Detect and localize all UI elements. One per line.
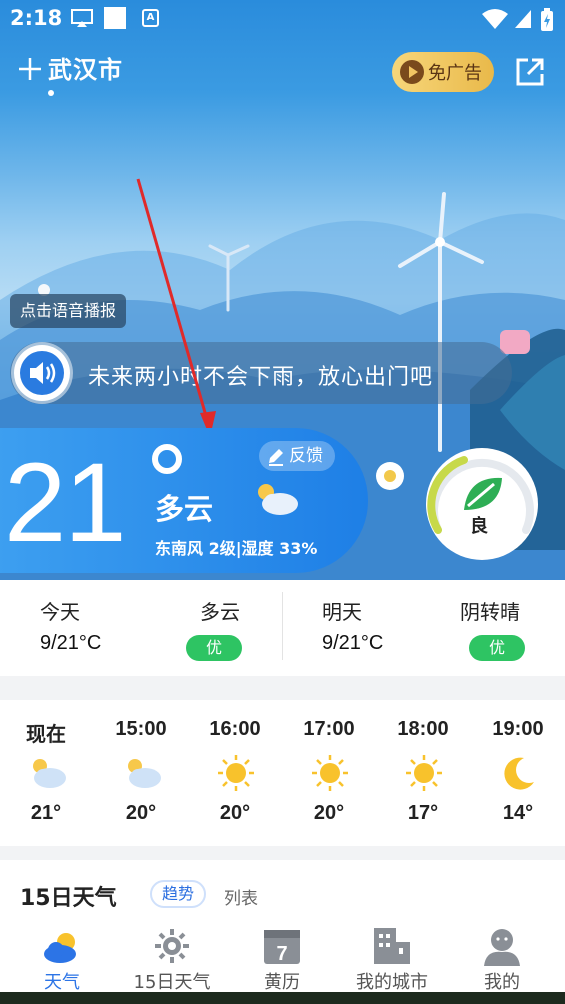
degree-symbol-icon [152,444,182,474]
feedback-label: 反馈 [289,446,323,466]
hour-item[interactable]: 17:00 20° [289,700,369,846]
tomorrow-condition: 阴转晴 [460,600,520,624]
add-city-icon[interactable] [18,52,42,82]
voice-broadcast-tip[interactable]: 点击语音播报 [10,294,127,328]
forecast-15-title: 15日天气 [20,886,117,911]
sun-icon [218,755,254,791]
air-quality-gauge[interactable] [424,446,540,562]
ad-free-button[interactable]: 免广告 [392,52,494,92]
pencil-icon [269,449,283,466]
battery-charging-icon [541,8,553,31]
today-temp: 9/21°C [40,632,102,654]
today-condition: 多云 [200,600,240,624]
hour-time: 16:00 [209,718,261,740]
nav-weather-label: 天气 [44,972,80,993]
calendar-day-number: 7 [276,943,287,965]
wifi-icon [482,9,508,29]
hour-temp: 20° [219,802,251,824]
hour-time: 18:00 [397,718,449,740]
weather-app: 2:18 A 武汉市 免广告 点击语音播报 未来两小时不会下雨，放心出门吧 21 [0,0,565,1004]
hour-item[interactable]: 16:00 20° [195,700,275,846]
partly-cloudy-icon [33,759,66,788]
speaker-icon [20,351,64,395]
profile-icon [484,929,520,966]
hour-time: 19:00 [492,718,544,740]
play-icon [400,60,424,84]
nav-15day-label: 15日天气 [133,972,211,993]
weather-icon [44,933,76,963]
hour-item[interactable]: 19:00 14° [478,700,558,846]
today-tomorrow-panel: 今天 多云 9/21°C 优 明天 阴转晴 9/21°C 优 [0,580,565,676]
tomorrow-quality-badge: 优 [469,635,525,661]
partly-cloudy-icon [128,759,161,788]
hour-item[interactable]: 18:00 17° [383,700,463,846]
tab-list[interactable]: 列表 [224,884,258,909]
current-condition: 多云 [155,492,214,526]
hour-temp: 14° [502,802,534,824]
city-name[interactable]: 武汉市 [48,50,123,85]
system-nav-strip [0,992,565,1004]
aqi-ring [426,448,538,560]
hour-temp: 20° [313,802,345,824]
section-gap [0,676,565,700]
tomorrow-label: 明天 [322,600,362,624]
hourly-forecast[interactable]: 现在 21° 15:00 20° 16:00 20° 17:00 20° 18:… [0,700,565,846]
sun-icon [406,755,442,791]
moon-icon [504,757,534,790]
wind-humidity: 东南风 2级|湿度 33% [155,539,318,558]
today-quality-badge: 优 [186,635,242,661]
current-temperature: 21 [4,440,127,565]
hour-temp: 21° [30,802,62,824]
nav-my-cities-label: 我的城市 [356,972,428,993]
ad-free-label: 免广告 [428,63,482,84]
aqi-level-label: 良 [470,516,488,537]
divider [282,592,283,660]
hour-temp: 17° [407,802,439,824]
top-bar: 武汉市 免广告 [0,44,565,104]
page-indicator-dot [48,90,54,96]
partly-cloudy-icon [258,484,298,515]
status-bar: 2:18 A [0,0,565,38]
nav-almanac-label: 黄历 [264,972,300,993]
hour-item[interactable]: 现在 21° [6,700,86,846]
sun-icon [312,755,348,791]
hour-time: 15:00 [115,718,167,740]
notification-square-icon [104,7,126,29]
hour-item[interactable]: 15:00 20° [101,700,181,846]
tab-trend[interactable]: 趋势 [150,880,206,908]
voice-speaker-button[interactable] [14,345,70,401]
tomorrow-temp: 9/21°C [322,632,384,654]
nav-me-label: 我的 [484,972,520,993]
cast-icon [71,9,93,27]
today-label: 今天 [40,600,80,624]
annotation-arrow [136,178,216,437]
section-gap [0,846,565,860]
share-icon[interactable] [514,56,546,88]
hour-temp: 20° [125,802,157,824]
buildings-icon [374,928,410,964]
keyboard-a-icon: A [142,9,159,27]
hour-time: 17:00 [303,718,355,740]
signal-icon [515,10,531,28]
status-time: 2:18 [10,6,63,30]
hour-time: 现在 [26,724,66,746]
calendar-icon: 7 [264,930,300,965]
gear-sun-icon [155,929,189,963]
